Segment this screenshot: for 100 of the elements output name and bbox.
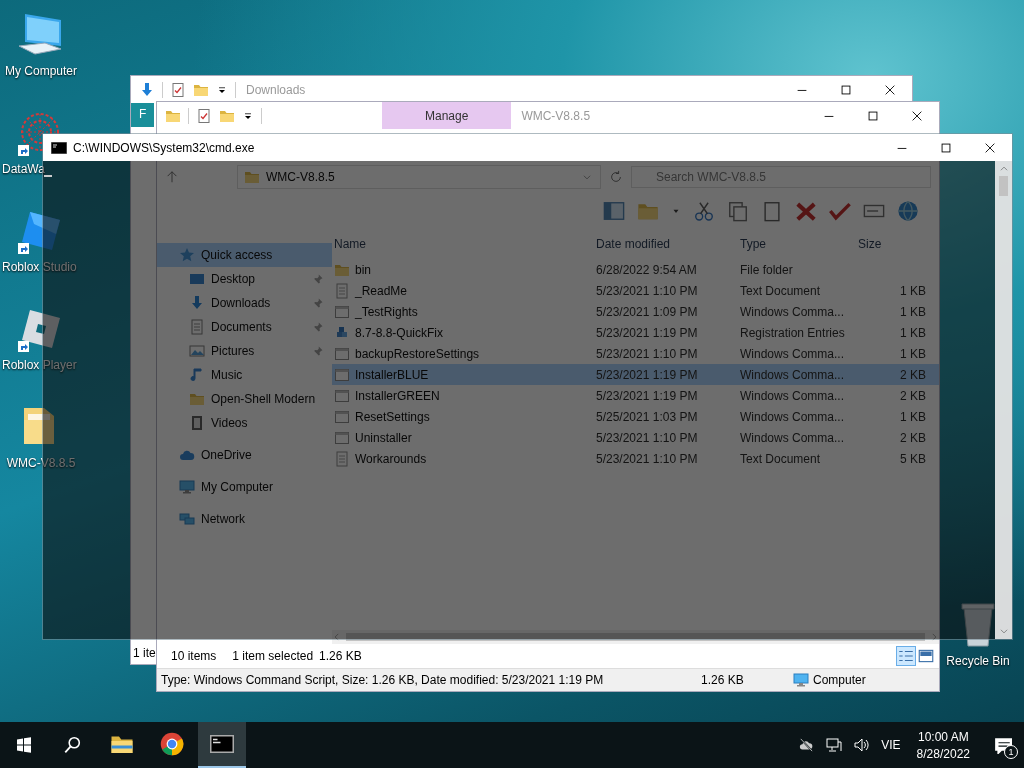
address-bar[interactable]: WMC-V8.8.5 <box>237 165 601 189</box>
table-cell-text: Windows Comma... <box>739 388 846 403</box>
table-cell-text: Text Document <box>739 283 822 298</box>
file-name: InstallerBLUE <box>355 367 429 382</box>
file-row[interactable]: ResetSettings 5/25/2021 1:03 PM Windows Comma... 1 KB <box>332 406 939 427</box>
vertical-scrollbar[interactable] <box>995 161 1012 639</box>
table-cell-text: File folder <box>739 262 794 277</box>
download-arrow-icon <box>189 295 205 311</box>
file-tab[interactable]: F <box>131 103 155 127</box>
details-view-icon[interactable] <box>897 647 915 665</box>
download-arrow-icon[interactable] <box>139 81 155 98</box>
script-icon <box>334 429 350 446</box>
table-cell-text: 5/23/2021 1:19 PM <box>595 325 699 340</box>
language-indicator[interactable]: VIE <box>881 738 901 752</box>
file-row[interactable]: _ReadMe 5/23/2021 1:10 PM Text Document 1 KB <box>332 280 939 301</box>
maximize-icon[interactable] <box>839 82 853 97</box>
film-icon <box>189 415 205 431</box>
terminal-icon <box>51 141 67 154</box>
address-text: WMC-V8.8.5 <box>266 170 335 184</box>
file-row[interactable]: Uninstaller 5/23/2021 1:10 PM Windows Comma... 2 KB <box>332 427 939 448</box>
network-icon[interactable] <box>825 737 844 753</box>
scroll-right-icon[interactable] <box>929 632 939 642</box>
maximize-icon[interactable] <box>939 140 953 155</box>
delete-icon[interactable] <box>795 200 817 222</box>
nav-item[interactable]: Desktop <box>157 267 332 291</box>
table-cell-text: 5/23/2021 1:10 PM <box>595 451 699 466</box>
nav-item[interactable]: Open-Shell Modern <box>157 387 332 411</box>
file-row[interactable]: 8.7-8.8-QuickFix 5/23/2021 1:19 PM Registration Entries 1 KB <box>332 322 939 343</box>
column-header[interactable]: Size <box>856 237 926 251</box>
file-row[interactable]: InstallerGREEN 5/23/2021 1:19 PM Windows Comma... 2 KB <box>332 385 939 406</box>
star-icon <box>179 247 195 263</box>
scroll-down-icon[interactable] <box>998 626 1009 636</box>
table-cell-text: 2 KB <box>899 367 926 382</box>
clipboard-icon[interactable] <box>761 200 783 222</box>
nav-item[interactable]: Music <box>157 363 332 387</box>
horizontal-scrollbar[interactable] <box>332 630 939 644</box>
nav-item[interactable]: Network <box>157 507 332 531</box>
computer-icon[interactable] <box>17 12 63 56</box>
nav-item[interactable]: Pictures <box>157 339 332 363</box>
scroll-up-icon[interactable] <box>998 164 1009 174</box>
table-cell-text: Windows Comma... <box>739 346 846 361</box>
file-name: bin <box>355 262 371 277</box>
script-icon <box>334 366 350 383</box>
scroll-thumb[interactable] <box>999 176 1008 196</box>
nav-item[interactable]: Videos <box>157 411 332 435</box>
table-cell-text: 1 KB <box>899 409 926 424</box>
file-name: _ReadMe <box>355 283 408 298</box>
nav-item[interactable]: OneDrive <box>157 443 332 467</box>
copy-icon[interactable] <box>727 200 749 222</box>
checklist-icon[interactable] <box>170 81 186 98</box>
scroll-left-icon[interactable] <box>332 632 342 642</box>
checkmark-icon[interactable] <box>829 200 851 222</box>
column-header[interactable]: Name <box>332 237 594 251</box>
computer-icon <box>179 479 195 495</box>
table-cell-text: Registration Entries <box>739 325 846 340</box>
volume-icon[interactable] <box>853 737 872 753</box>
folder-icon <box>244 169 260 185</box>
maximize-icon[interactable] <box>866 108 880 123</box>
details-text: Type: Windows Command Script, Size: 1.26 KB, Date modified: 5/23/2021 1:19 PM <box>160 673 605 687</box>
file-row[interactable]: bin 6/28/2022 9:54 AM File folder <box>332 259 939 280</box>
file-row[interactable]: backupRestoreSettings 5/23/2021 1:10 PM Windows Comma... 1 KB <box>332 343 939 364</box>
picture-icon <box>189 343 205 359</box>
status-text: 1.26 KB <box>319 649 362 663</box>
search-icon[interactable] <box>63 736 81 754</box>
cloud-off-icon[interactable] <box>797 738 816 752</box>
ribbon-tab[interactable]: Manage <box>382 102 512 129</box>
file-name: Uninstaller <box>355 430 412 445</box>
checklist-icon[interactable] <box>196 107 212 124</box>
column-header[interactable]: Date modified <box>594 237 738 251</box>
recycle-bin-icon[interactable] <box>958 600 998 648</box>
status-text: 1 item selected <box>232 649 314 663</box>
windows-logo-icon[interactable] <box>16 737 32 753</box>
pane-icon[interactable] <box>603 200 625 222</box>
scroll-thumb[interactable] <box>346 633 925 641</box>
nav-item[interactable]: Quick access <box>157 243 332 267</box>
table-cell-text: 2 KB <box>899 430 926 445</box>
tiles-view-icon[interactable] <box>917 647 935 665</box>
window-title: C:\WINDOWS\System32\cmd.exe <box>73 140 255 155</box>
scissors-icon[interactable] <box>693 200 715 222</box>
globe-icon[interactable] <box>897 200 919 222</box>
icon-label: Recycle Bin <box>946 654 1010 668</box>
script-icon <box>334 387 350 404</box>
nav-item[interactable]: Documents <box>157 315 332 339</box>
taskbar-button[interactable] <box>198 722 246 768</box>
column-header[interactable]: Type <box>738 237 856 251</box>
file-row[interactable]: Workarounds 5/23/2021 1:10 PM Text Document 5 KB <box>332 448 939 469</box>
table-cell-text: 5/23/2021 1:10 PM <box>595 283 699 298</box>
desktop-icon <box>189 271 205 287</box>
nav-item[interactable]: Downloads <box>157 291 332 315</box>
clock[interactable]: 10:00 AM 8/28/2022 <box>910 729 976 761</box>
chrome-logo-icon <box>160 732 184 756</box>
table-cell-text: Windows Comma... <box>739 430 846 445</box>
nav-item[interactable]: My Computer <box>157 475 332 499</box>
refresh-icon[interactable] <box>609 170 623 184</box>
file-name: backupRestoreSettings <box>355 346 480 361</box>
table-cell-text: 5/23/2021 1:10 PM <box>595 430 699 445</box>
folder-icon <box>189 391 205 407</box>
file-row[interactable]: _TestRights 5/23/2021 1:09 PM Windows Comma... 1 KB <box>332 301 939 322</box>
file-row[interactable]: InstallerBLUE 5/23/2021 1:19 PM Windows Comma... 2 KB <box>332 364 939 385</box>
mesh-ball-icon[interactable] <box>18 110 62 154</box>
